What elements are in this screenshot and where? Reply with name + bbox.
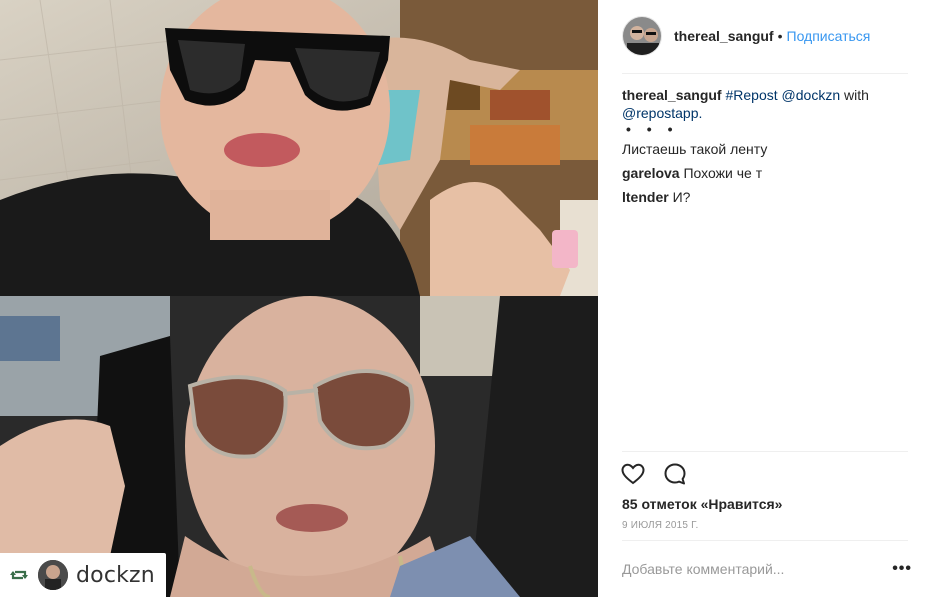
comment-author[interactable]: garelova [622,165,680,181]
list-item: ltender И? [622,188,902,206]
heart-icon [621,463,645,485]
post-side-panel: thereal_sanguf • Подписаться thereal_san… [598,0,926,597]
mention-link[interactable]: @repostapp. [622,105,702,121]
comment-text: Похожи че т [683,165,763,181]
header-username[interactable]: thereal_sanguf [674,28,774,44]
post-header: thereal_sanguf • Подписаться [622,16,870,56]
repost-avatar [38,560,68,590]
caption-ellipsis: • • • [626,121,679,137]
comment-text: И? [672,189,691,205]
action-bar [620,461,688,487]
repost-username: dockzn [76,562,155,588]
comment-author[interactable]: ltender [622,189,669,205]
follow-button[interactable]: Подписаться [787,28,871,44]
add-comment-section: ••• [622,556,912,582]
repost-icon [8,564,30,586]
comment-text-line: Листаешь такой ленту [622,141,768,157]
likes-count[interactable]: 85 отметок «Нравится» [622,496,782,512]
photo-bottom-selfie [0,296,598,597]
more-options-icon[interactable]: ••• [892,560,912,578]
comment-icon [664,463,686,485]
profile-avatar[interactable] [622,16,662,56]
comment-divider [622,540,908,541]
actions-divider [622,451,908,452]
header-divider [622,73,908,74]
photo-bottom-image [0,296,598,597]
hashtag-link[interactable]: #Repost [725,87,777,103]
repost-badge: dockzn [0,553,166,597]
caption-comment: thereal_sanguf #Repost @dockzn with @rep… [622,86,902,158]
photo-top-image [0,0,598,296]
comment-author[interactable]: thereal_sanguf [622,87,722,103]
comment-input[interactable] [622,561,872,577]
comment-text: with [844,87,869,103]
comment-button[interactable] [662,461,688,487]
like-button[interactable] [620,461,646,487]
photo-top-selfie [0,0,598,296]
list-item: garelova Похожи че т [622,164,902,182]
comments-list: thereal_sanguf #Repost @dockzn with @rep… [622,86,902,212]
mention-link[interactable]: @dockzn [782,87,841,103]
post-date[interactable]: 9 ИЮЛЯ 2015 Г. [622,520,699,531]
post-media[interactable]: dockzn [0,0,598,597]
header-separator: • [777,28,783,44]
